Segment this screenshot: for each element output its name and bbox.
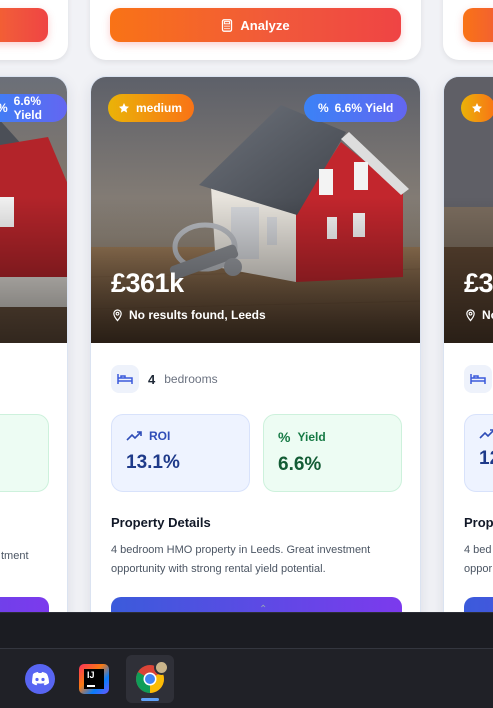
risk-badge: medium xyxy=(108,94,195,122)
property-card[interactable]: medium % 6.6% Yield £361k No results fou… xyxy=(90,76,421,612)
roi-label: ROI xyxy=(149,429,171,443)
map-pin-icon xyxy=(113,308,122,321)
percent-icon: % xyxy=(318,101,329,115)
bedrooms-row: 4 bedrooms xyxy=(111,365,218,393)
star-icon xyxy=(119,103,129,113)
roi-value-right: 12 xyxy=(479,448,493,469)
property-image: medium % 6.6% Yield £361k No results fou… xyxy=(91,77,420,343)
yield-badge-label: 6.6% Yield xyxy=(334,101,394,115)
roi-value: 13.1% xyxy=(126,452,180,473)
bedrooms-count: 4 xyxy=(148,371,156,387)
top-card-left xyxy=(0,0,68,60)
risk-badge-right xyxy=(461,94,493,122)
details-text: 4 bedroom HMO property in Leeds. Great i… xyxy=(111,544,371,575)
chrome-profile-badge xyxy=(154,660,169,675)
details-text-right: 4 bed oppor xyxy=(464,544,493,575)
percent-icon: % xyxy=(278,429,291,445)
property-image-right: £3 No xyxy=(444,77,493,343)
property-card-left[interactable]: % 6.6% Yield tment xyxy=(0,76,68,612)
details-heading: Property Details xyxy=(111,515,211,530)
property-image-left: % 6.6% Yield xyxy=(0,77,67,343)
analyze-button-right[interactable] xyxy=(463,8,493,42)
yield-badge-left: % 6.6% Yield xyxy=(0,94,67,122)
property-price-right: £3 xyxy=(464,268,493,298)
taskbar-discord[interactable] xyxy=(16,655,64,703)
property-location: No results found, Leeds xyxy=(112,308,266,322)
yield-label: Yield xyxy=(297,430,326,444)
view-details-button[interactable] xyxy=(111,597,402,612)
top-card-right xyxy=(443,0,493,60)
bed-icon xyxy=(111,365,139,393)
taskbar-strip xyxy=(0,612,493,648)
risk-badge-label: medium xyxy=(136,101,183,115)
bed-icon xyxy=(464,365,492,393)
intellij-icon: IJ xyxy=(79,664,109,694)
analyze-button[interactable]: Analyze xyxy=(110,8,401,42)
analyze-button-label: Analyze xyxy=(240,17,290,33)
yield-stat-left xyxy=(0,414,49,492)
scroll-up-icon[interactable]: ⌃ xyxy=(259,604,267,612)
bedrooms-label: bedrooms xyxy=(164,372,218,386)
taskbar-intellij[interactable]: IJ xyxy=(70,655,118,703)
property-grid: Analyze % 6.6% Yie xyxy=(0,0,493,612)
star-icon xyxy=(472,103,482,113)
map-pin-icon xyxy=(466,308,475,321)
discord-icon xyxy=(25,664,55,694)
roi-stat: ROI 13.1% xyxy=(111,414,250,492)
property-description-left: tment xyxy=(1,550,29,562)
property-price: £361k xyxy=(111,268,184,298)
trending-up-icon xyxy=(126,431,142,441)
bedrooms-row-right xyxy=(464,365,492,393)
yield-stat: % Yield 6.6% xyxy=(263,414,402,492)
view-button-right[interactable] xyxy=(464,597,493,612)
analyze-button-left[interactable] xyxy=(0,8,48,42)
taskbar-chrome[interactable] xyxy=(126,655,174,703)
property-location-right: No xyxy=(465,308,493,322)
calculator-icon xyxy=(222,18,233,32)
view-button-left[interactable] xyxy=(0,597,49,612)
property-card-right[interactable]: £3 No 12 Prope 4 bed oppor xyxy=(443,76,493,612)
active-indicator xyxy=(141,698,159,701)
roi-stat-right: 12 xyxy=(464,414,493,492)
trending-up-icon xyxy=(479,429,493,439)
yield-value: 6.6% xyxy=(278,454,322,475)
percent-icon: % xyxy=(0,101,8,115)
taskbar: IJ xyxy=(0,648,493,708)
top-card-center: Analyze xyxy=(90,0,421,60)
location-label: No results found, Leeds xyxy=(129,308,266,322)
yield-badge: % 6.6% Yield xyxy=(304,94,408,122)
details-heading-right: Prope xyxy=(464,515,493,530)
